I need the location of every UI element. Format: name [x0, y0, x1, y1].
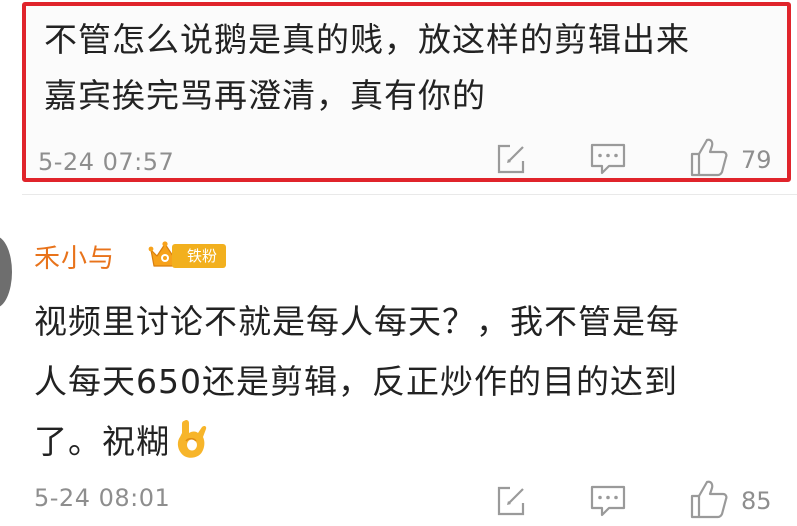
avatar[interactable]: [0, 236, 12, 308]
fan-badge[interactable]: 铁粉: [148, 240, 228, 270]
comment-line: 了。祝糊: [34, 412, 774, 472]
share-icon[interactable]: [494, 142, 528, 176]
comment-line-text: 了。祝糊: [34, 422, 170, 461]
comment-card-highlighted: 不管怎么说鹅是真的贱，放这样的剪辑出来 嘉宾挨完骂再澄清，真有你的 5-24 0…: [22, 2, 791, 182]
reply-icon[interactable]: [589, 142, 627, 176]
fan-badge-label: 铁粉: [172, 244, 226, 268]
comment-line: 嘉宾挨完骂再澄清，真有你的: [44, 76, 486, 115]
thumbs-up-icon[interactable]: [689, 478, 729, 520]
reply-icon[interactable]: [589, 484, 627, 518]
thumbs-up-icon[interactable]: [689, 136, 729, 178]
comment-divider: [22, 194, 797, 195]
comment-text: 不管怎么说鹅是真的贱，放这样的剪辑出来 嘉宾挨完骂再澄清，真有你的: [44, 12, 779, 124]
comment-timestamp: 5-24 07:57: [38, 148, 175, 176]
comment-feed: 不管怎么说鹅是真的贱，放这样的剪辑出来 嘉宾挨完骂再澄清，真有你的 5-24 0…: [0, 0, 797, 526]
like-count: 85: [741, 487, 772, 515]
share-icon[interactable]: [494, 484, 528, 518]
comment-timestamp: 5-24 08:01: [34, 484, 171, 512]
like-count: 79: [741, 146, 772, 174]
comment-line: 视频里讨论不就是每人每天？，我不管是每: [34, 302, 680, 341]
comment-line: 人每天650还是剪辑，反正炒作的目的达到: [34, 362, 678, 401]
comment-line: 不管怎么说鹅是真的贱，放这样的剪辑出来: [44, 20, 690, 59]
comment-text: 视频里讨论不就是每人每天？，我不管是每 人每天650还是剪辑，反正炒作的目的达到…: [34, 292, 774, 472]
ok-hand-emoji-icon: [177, 419, 207, 458]
username[interactable]: 禾小与: [34, 238, 115, 275]
